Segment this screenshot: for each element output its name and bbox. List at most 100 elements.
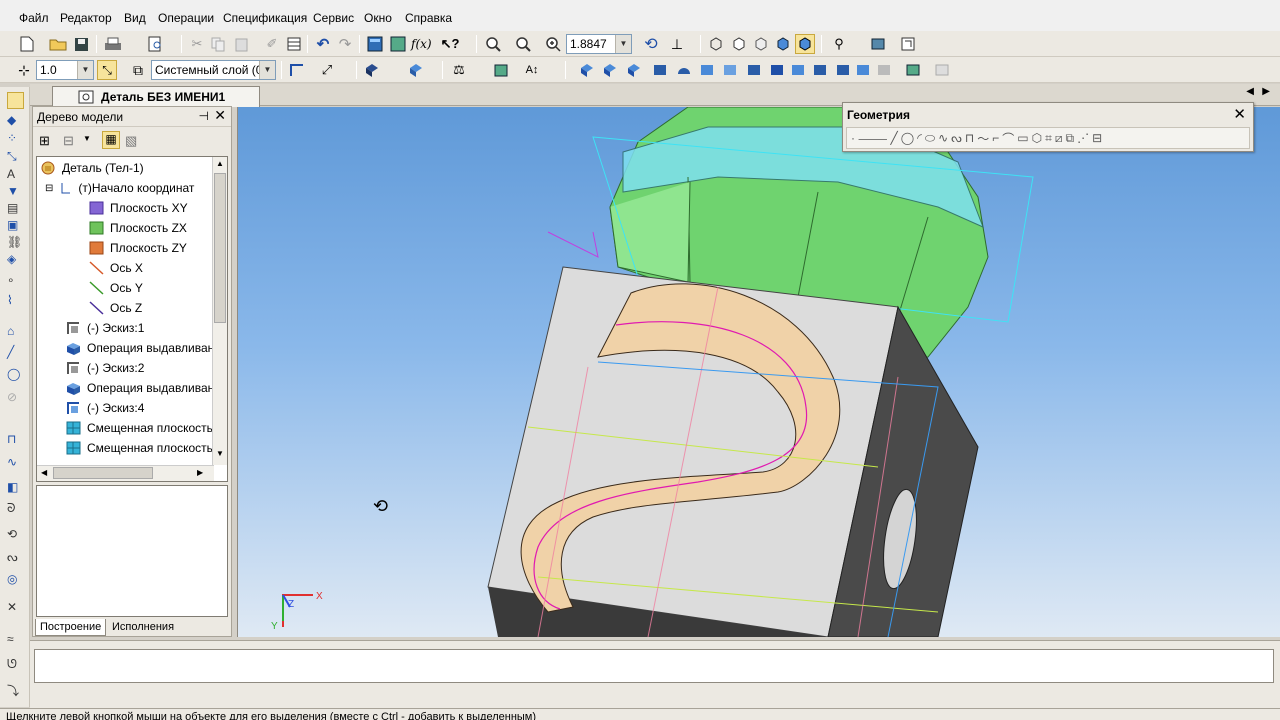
manager-icon[interactable] <box>365 34 385 54</box>
layer-select[interactable]: Системный слой (0) ▼ <box>151 60 276 80</box>
zoom-all-icon[interactable] <box>513 34 533 54</box>
edit-sketch-icon[interactable]: ◆ <box>7 113 24 130</box>
tab-versions[interactable]: Исполнения <box>108 619 178 636</box>
library-icon[interactable] <box>868 34 888 54</box>
bottom-tool-icon[interactable]: ⤵ <box>7 682 24 699</box>
tree-item-extrude-2[interactable]: Операция выдавливания <box>66 378 227 398</box>
cut-rotate-icon[interactable] <box>674 60 694 80</box>
text-icon[interactable]: ⊟ <box>1092 131 1102 145</box>
section-icon[interactable] <box>874 60 894 80</box>
equidistant-icon[interactable]: ⧉ <box>1066 131 1075 146</box>
property-input-area[interactable] <box>34 649 1274 683</box>
table-icon[interactable] <box>284 34 304 54</box>
menu-service[interactable]: Сервис <box>313 11 354 25</box>
mass-icon[interactable] <box>491 60 511 80</box>
point-tool-icon[interactable]: ∘ <box>7 273 24 290</box>
nurbs-icon[interactable]: ᔓ <box>951 131 962 145</box>
scroll-left-icon[interactable]: ◀ <box>41 468 47 477</box>
chamfer-tool-icon[interactable]: ⌐ <box>992 131 999 145</box>
wave-tool-icon[interactable]: ≈ <box>7 632 24 649</box>
help-pointer-icon[interactable]: ↖? <box>440 34 460 54</box>
line-tool-icon[interactable]: ╱ <box>7 345 24 362</box>
menu-help[interactable]: Справка <box>405 11 452 25</box>
polyline-tool-icon[interactable]: ⊓ <box>7 432 24 449</box>
tree-vscrollbar[interactable]: ▲ ▼ <box>212 157 227 465</box>
shaded-edges-icon[interactable] <box>795 34 815 54</box>
tree-relations-icon[interactable]: ▧ <box>125 133 137 149</box>
ellipse-tool-icon[interactable]: ⊘ <box>7 390 24 407</box>
assembly-icon[interactable] <box>903 60 923 80</box>
hole-icon[interactable] <box>767 60 787 80</box>
filter-icon[interactable]: ⚲ <box>829 34 849 54</box>
redo-icon[interactable]: ↷ <box>335 34 355 54</box>
tree-item-sketch-2[interactable]: (-) Эскиз:2 <box>66 358 144 378</box>
circle-tool-icon[interactable]: ◯ <box>7 367 24 384</box>
tab-scroll-right-icon[interactable]: ▶ <box>1262 86 1270 97</box>
new-file-icon[interactable] <box>17 34 37 54</box>
tree-item-sketch-4[interactable]: (-) Эскиз:4 <box>66 398 144 418</box>
parametric-icon[interactable]: ⤢ <box>317 60 337 80</box>
rectangle-icon[interactable]: ▭ <box>1017 131 1028 145</box>
tree-vscroll-thumb[interactable] <box>214 173 226 323</box>
fillet-icon[interactable] <box>720 60 740 80</box>
measure-distance-icon[interactable]: ⚖ <box>449 60 469 80</box>
tree-item-offset-plane-1[interactable]: Смещенная плоскость <box>66 418 213 438</box>
polyline-icon[interactable]: ⊓ <box>965 131 974 145</box>
fill-tool-icon[interactable]: ◧ <box>7 480 24 497</box>
copy-icon[interactable] <box>208 34 228 54</box>
close-icon[interactable]: ✕ <box>214 107 226 124</box>
print-icon[interactable] <box>103 34 123 54</box>
curve-tool-icon[interactable]: ᘎ <box>7 657 24 674</box>
collapse-icon[interactable]: ⊟ <box>45 183 53 194</box>
arc-tool-icon[interactable]: ⟲ <box>7 527 24 544</box>
undo-icon[interactable]: ↶ <box>313 34 333 54</box>
properties-icon[interactable]: ✐ <box>262 34 282 54</box>
tab-build[interactable]: Построение <box>35 619 107 636</box>
sketch-mode-icon[interactable] <box>287 60 307 80</box>
rib-icon[interactable] <box>810 60 830 80</box>
tree-item-part[interactable]: Деталь (Тел-1) <box>41 158 144 178</box>
kinematic-icon[interactable] <box>624 60 644 80</box>
hatch-icon[interactable]: ⋰ <box>1077 131 1089 145</box>
ellipse-icon[interactable]: ⬭ <box>925 131 935 146</box>
fillet-tool-icon[interactable]: ⌒ <box>1002 130 1014 147</box>
circle-icon[interactable]: ◯ <box>901 131 914 145</box>
color-icon[interactable] <box>406 60 426 80</box>
menu-operations[interactable]: Операции <box>158 11 214 25</box>
tree-item-axis-z[interactable]: Ось Z <box>89 298 142 318</box>
dimension-icon[interactable]: A↕ <box>522 60 542 80</box>
helix-tool-icon[interactable]: ᔓ <box>7 550 24 567</box>
layer-icon[interactable]: ⧉ <box>128 60 148 80</box>
orientation-icon[interactable]: ⊥ <box>667 34 687 54</box>
variables-icon[interactable] <box>388 34 408 54</box>
bezier-icon[interactable]: ∿ <box>938 131 948 145</box>
spline-icon[interactable]: 〜 <box>977 130 989 147</box>
extrude-icon[interactable] <box>577 60 597 80</box>
tree-order-icon[interactable]: ▦ <box>102 131 120 149</box>
snap-grid-icon[interactable]: ⊹ <box>14 60 34 80</box>
menu-file[interactable]: Файл <box>19 11 49 25</box>
scroll-up-icon[interactable]: ▲ <box>216 159 224 168</box>
symbols-icon[interactable]: ⤡ <box>7 149 24 166</box>
save-icon[interactable] <box>71 34 91 54</box>
menu-specification[interactable]: Спецификация <box>223 11 307 25</box>
tree-item-offset-plane-2[interactable]: Смещенная плоскость <box>66 438 213 458</box>
contour-icon[interactable]: ⌗ <box>1045 131 1052 146</box>
tree-item-plane-xy[interactable]: Плоскость XY <box>89 198 188 218</box>
step-field[interactable]: 1.0 ▼ <box>36 60 94 80</box>
mirror-icon[interactable] <box>833 60 853 80</box>
cut-kinematic-icon[interactable] <box>697 60 717 80</box>
fx-button[interactable]: f(x) <box>411 37 432 51</box>
wireframe-view-icon[interactable] <box>706 34 726 54</box>
measure-icon[interactable] <box>898 34 918 54</box>
spiral-tool-icon[interactable]: ᘐ <box>7 501 24 518</box>
pin-icon[interactable]: ⊣ <box>199 109 209 123</box>
edit-tool-icon[interactable]: ◈ <box>7 252 24 269</box>
material-icon[interactable] <box>362 60 382 80</box>
tab-scroll-left-icon[interactable]: ◀ <box>1246 86 1254 97</box>
tree-item-plane-zy[interactable]: Плоскость ZY <box>89 238 187 258</box>
menu-view[interactable]: Вид <box>124 11 146 25</box>
aux-line-icon[interactable]: ⌇ <box>7 293 24 310</box>
scroll-down-icon[interactable]: ▼ <box>216 449 224 458</box>
cut-extrude-icon[interactable] <box>650 60 670 80</box>
